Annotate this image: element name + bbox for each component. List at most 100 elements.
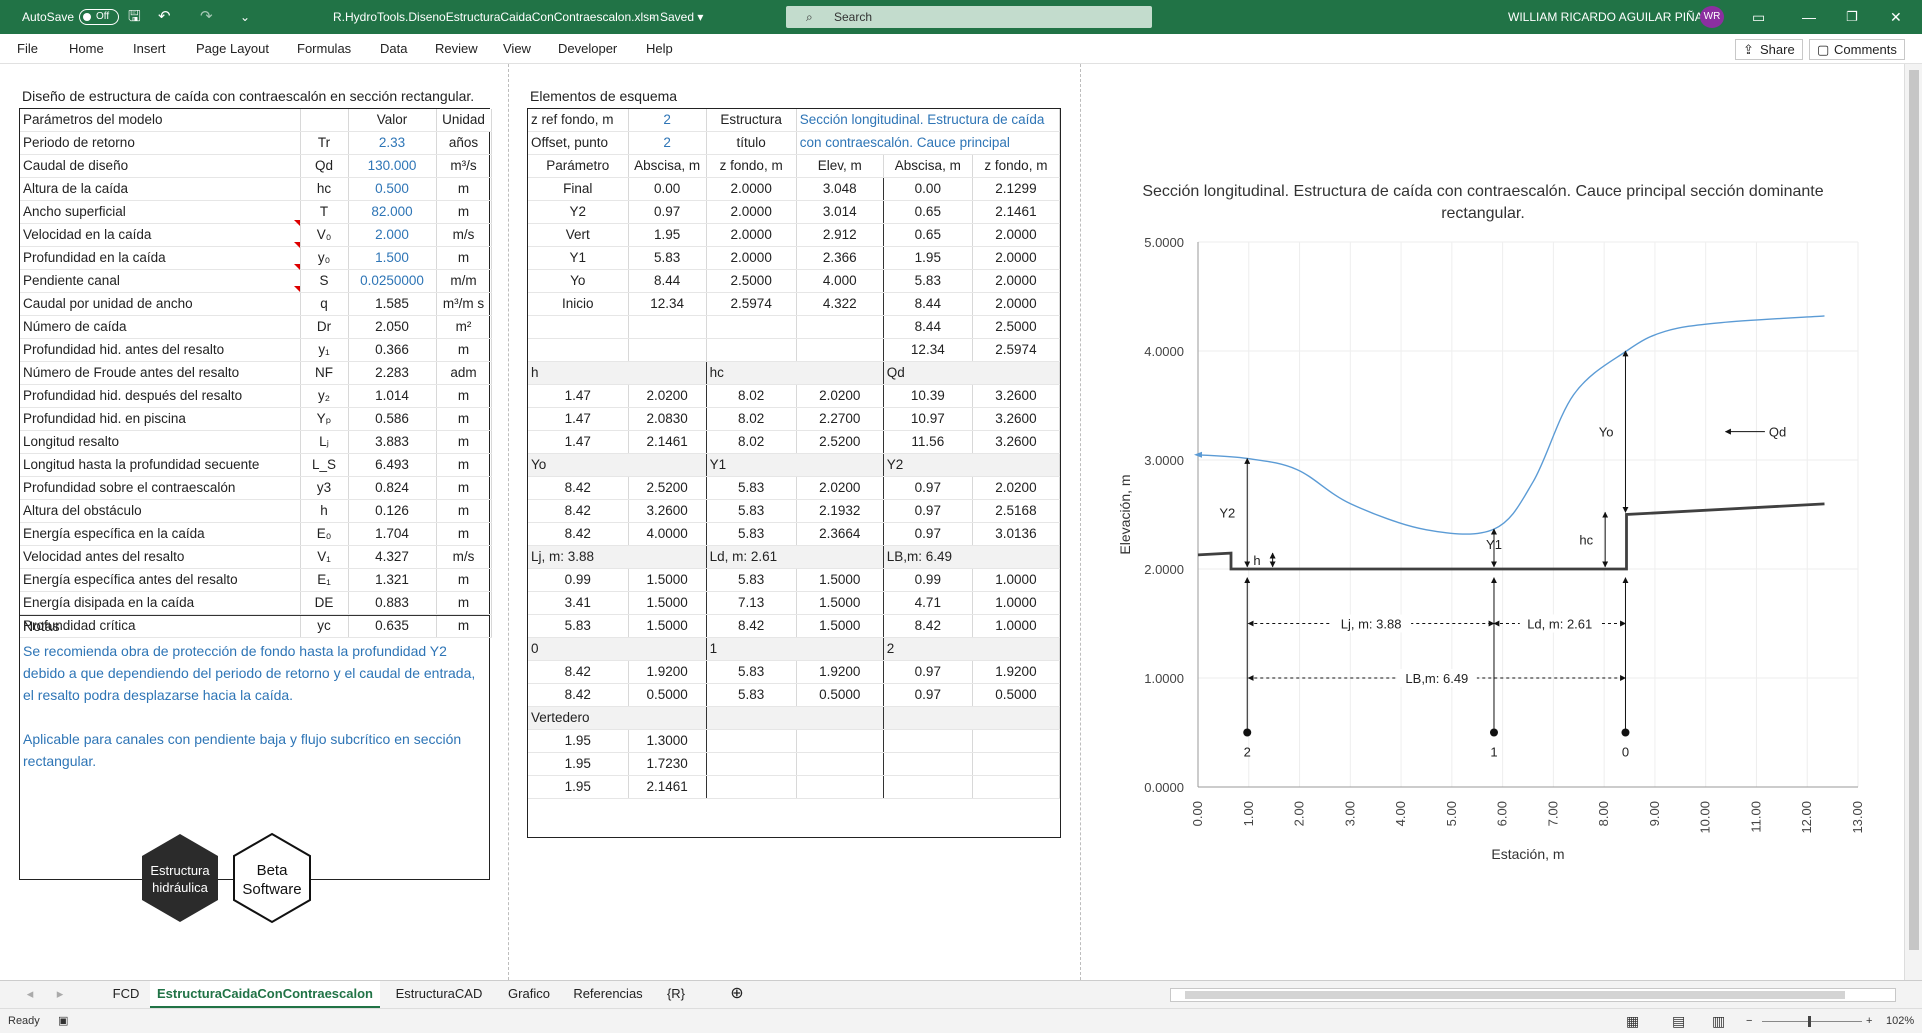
menu-home[interactable]: Home <box>69 34 104 64</box>
zoom-slider[interactable] <box>1762 1016 1862 1027</box>
schema-cell: 8.44 <box>883 292 973 316</box>
tab-estructura-caida[interactable]: EstructuraCaidaConContraescalon <box>150 981 380 1009</box>
x-tick-label: 10.00 <box>1698 801 1713 834</box>
param-value[interactable]: 130.000 <box>348 154 437 178</box>
page-break-view-icon[interactable]: ▥ <box>1712 1009 1725 1034</box>
struct-title-1[interactable]: Sección longitudinal. Estructura de caíd… <box>796 109 1061 132</box>
ribbon-display-icon[interactable]: ▭ <box>1752 0 1765 34</box>
params-row: Altura del obstáculo h 0.126 m <box>20 499 492 523</box>
horizontal-scrollbar[interactable] <box>1170 988 1896 1002</box>
menu-developer[interactable]: Developer <box>558 34 617 64</box>
param-symbol: y3 <box>300 476 349 500</box>
worksheet-grid[interactable]: Diseño de estructura de caída con contra… <box>0 64 1904 980</box>
menu-file[interactable]: File <box>17 34 38 64</box>
offset-value[interactable]: 2 <box>628 131 707 155</box>
offset-label: Offset, punto <box>528 131 629 155</box>
next-sheet-icon[interactable]: ▸ <box>52 981 68 1007</box>
schema-block-label: Y1 <box>706 453 884 477</box>
params-row: Profundidad hid. en piscina Yₚ 0.586 m <box>20 407 492 431</box>
tab-referencias[interactable]: Referencias <box>564 981 652 1007</box>
schema-cell: Y1 <box>528 246 629 270</box>
params-row: Periodo de retorno Tr 2.33 años <box>20 131 492 155</box>
status-ready: Ready <box>8 1015 40 1027</box>
share-button[interactable]: ⇪ Share <box>1735 39 1803 60</box>
param-unit: m <box>436 384 492 408</box>
saved-label[interactable]: - Saved ▾ <box>650 0 703 34</box>
comment-indicator[interactable] <box>294 264 300 270</box>
zoom-slider-thumb[interactable] <box>1808 1016 1811 1027</box>
param-name: Número de Froude antes del resalto <box>20 361 301 385</box>
comments-button[interactable]: ▢ Comments <box>1809 39 1905 60</box>
schema-cell: Final <box>528 177 629 201</box>
schema-block-label: 2 <box>883 637 1061 661</box>
param-value[interactable]: 0.0250000 <box>348 269 437 293</box>
schema-cell: 2.0200 <box>796 384 884 408</box>
normal-view-icon[interactable]: ▦ <box>1626 1009 1639 1034</box>
schema-block-label: 1 <box>706 637 884 661</box>
zoom-in-icon[interactable]: + <box>1866 1009 1872 1034</box>
save-icon[interactable]: 🖫 <box>128 0 141 34</box>
param-value[interactable]: 2.33 <box>348 131 437 155</box>
autosave-toggle[interactable]: Off <box>79 9 119 25</box>
menu-data[interactable]: Data <box>380 34 407 64</box>
vertical-scrollbar[interactable] <box>1904 64 1922 980</box>
logo2-line1: Beta <box>257 862 289 879</box>
chart[interactable]: Sección longitudinal. Estructura de caíd… <box>1110 170 1890 870</box>
menu-help[interactable]: Help <box>646 34 673 64</box>
comment-indicator[interactable] <box>294 286 300 292</box>
zref-label: z ref fondo, m <box>528 109 629 132</box>
macro-record-icon[interactable]: ▣ <box>58 1009 68 1034</box>
tab-grafico[interactable]: Grafico <box>498 981 560 1007</box>
menu-formulas[interactable]: Formulas <box>297 34 351 64</box>
comment-indicator[interactable] <box>294 242 300 248</box>
restore-icon[interactable]: ❐ <box>1846 0 1858 34</box>
schema-cell: 1.5000 <box>796 568 884 592</box>
param-name: Longitud resalto <box>20 430 301 454</box>
menu-bar: File Home Insert Page Layout Formulas Da… <box>0 34 1922 64</box>
redo-icon[interactable]: ↷ <box>200 0 213 34</box>
close-icon[interactable]: ✕ <box>1890 0 1902 34</box>
param-value[interactable]: 1.500 <box>348 246 437 270</box>
menu-review[interactable]: Review <box>435 34 478 64</box>
params-row: Profundidad sobre el contraescalón y3 0.82… <box>20 476 492 500</box>
add-sheet-icon[interactable]: ⊕ <box>722 981 752 1007</box>
tab-estructura-cad[interactable]: EstructuraCAD <box>384 981 494 1007</box>
customize-qat-icon[interactable]: ⌄ <box>240 0 250 34</box>
schema-block-label: h <box>528 361 707 385</box>
param-value[interactable]: 82.000 <box>348 200 437 224</box>
title-bar: AutoSave Off 🖫 ↶ ↷ ⌄ R.HydroTools.Diseno… <box>0 0 1922 34</box>
scroll-thumb[interactable] <box>1185 991 1845 999</box>
search-box[interactable]: ⌕ Search <box>786 6 1152 28</box>
schema-cell <box>972 752 1061 776</box>
params-row: Profundidad en la caída y₀ 1.500 m <box>20 246 492 270</box>
menu-insert[interactable]: Insert <box>133 34 166 64</box>
param-value: 0.366 <box>348 338 437 362</box>
schema-cell: 3.2600 <box>972 384 1061 408</box>
undo-icon[interactable]: ↶ <box>158 0 171 34</box>
zoom-out-icon[interactable]: − <box>1746 1009 1752 1034</box>
param-value[interactable]: 2.000 <box>348 223 437 247</box>
struct-title-2[interactable]: con contraescalón. Cauce principal <box>796 131 1061 155</box>
schema-cell: 3.048 <box>796 177 884 201</box>
minimize-icon[interactable]: — <box>1802 0 1816 34</box>
zoom-level[interactable]: 102% <box>1886 1009 1914 1034</box>
tab-fcd[interactable]: FCD <box>102 981 150 1007</box>
param-value[interactable]: 0.500 <box>348 177 437 201</box>
prev-sheet-icon[interactable]: ◂ <box>22 981 38 1007</box>
avatar[interactable]: WR <box>1700 6 1724 28</box>
tab-r[interactable]: {R} <box>656 981 696 1007</box>
x-tick-label: 3.00 <box>1342 801 1357 826</box>
schema-block-row: 5.83 1.5000 8.42 1.5000 8.42 1.0000 <box>528 614 1061 638</box>
scroll-thumb[interactable] <box>1909 70 1919 950</box>
zref-value[interactable]: 2 <box>628 109 707 132</box>
x-tick-label: 0.00 <box>1190 801 1205 826</box>
comment-indicator[interactable] <box>294 220 300 226</box>
menu-page-layout[interactable]: Page Layout <box>196 34 269 64</box>
param-unit: m <box>436 568 492 592</box>
menu-view[interactable]: View <box>503 34 531 64</box>
schema-cell: 2.5200 <box>628 476 707 500</box>
schema-block-label <box>706 706 884 730</box>
params-row: Profundidad hid. después del resalto y₂ 1.… <box>20 384 492 408</box>
schema-cell <box>796 752 884 776</box>
page-layout-view-icon[interactable]: ▤ <box>1672 1009 1685 1034</box>
